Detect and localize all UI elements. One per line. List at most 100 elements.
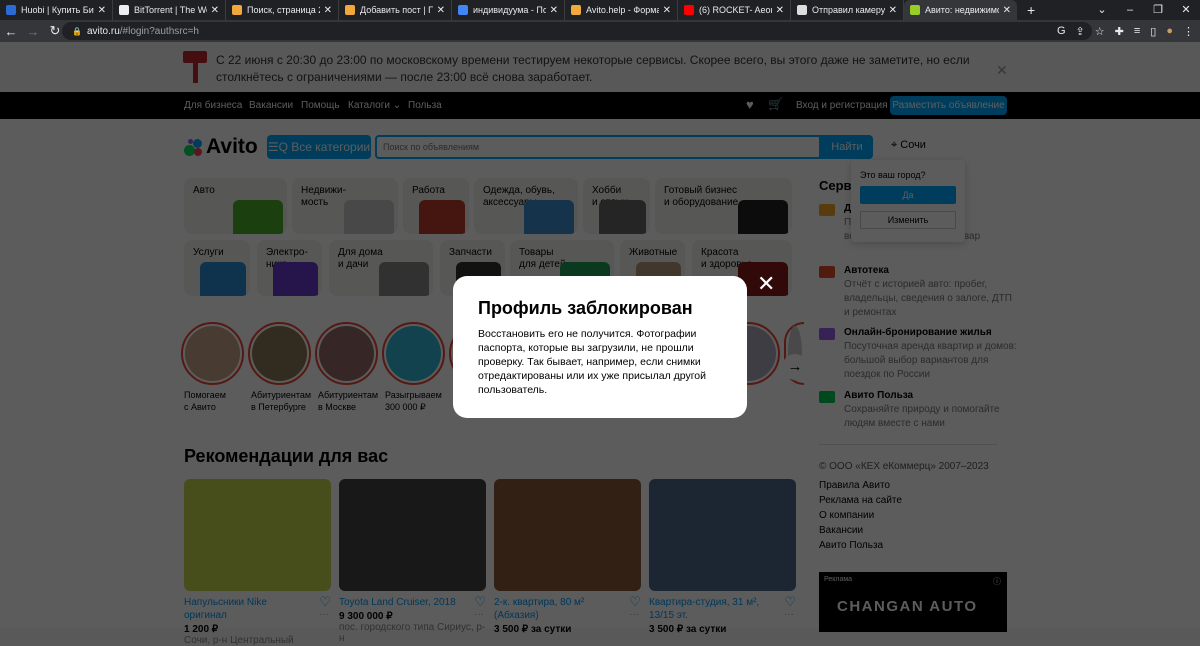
avito-logo[interactable]: Avito (184, 135, 258, 159)
category-tile[interactable]: Для дома и дачи (329, 240, 433, 296)
favorite-heart-icon[interactable]: ♡ (474, 594, 486, 610)
footer-link[interactable]: Правила Авито (819, 480, 890, 491)
footer-link[interactable]: Реклама на сайте (819, 495, 902, 506)
story-label: Абитуриентам в Петербурге (251, 390, 312, 412)
service-item[interactable]: Авито Польза Сохраняйте природу и помогай… (819, 389, 1019, 431)
category-tile[interactable]: Электро- ника (257, 240, 322, 296)
category-image (344, 200, 394, 234)
listing-price: 1 200 ₽ (184, 624, 219, 635)
category-tile[interactable]: Работа (403, 178, 469, 234)
favorite-heart-icon[interactable]: ♡ (319, 594, 331, 610)
listing-image[interactable] (184, 479, 331, 591)
all-categories-button[interactable]: ☰Q Все категории (267, 135, 371, 159)
ad-brand: CHANGAN AUTO (837, 598, 978, 615)
listing-card[interactable]: 2-к. квартира, 80 м² (Абхазия) ♡ ··· 3 500 … (494, 479, 641, 635)
nav-jobs[interactable]: Вакансии (249, 100, 293, 111)
modal-close-icon[interactable]: ✕ (757, 273, 775, 295)
service-item[interactable]: Онлайн-бронирование жилья Посуточная арен… (819, 326, 1019, 382)
story-image (252, 326, 307, 381)
listing-card[interactable]: Напульсники Nike оригинал ♡ ··· 1 200 ₽ Сочи… (184, 479, 331, 646)
story-label: Помогаем с Авито (184, 390, 226, 412)
service-icon (819, 328, 835, 340)
category-image (419, 200, 465, 234)
story-circle[interactable] (315, 322, 378, 385)
info-icon[interactable]: ⓘ (993, 576, 1001, 587)
nav-help[interactable]: Помощь (301, 100, 340, 111)
listing-image[interactable] (494, 479, 641, 591)
blocked-profile-modal: Профиль заблокирован Восстановить его не… (453, 276, 747, 418)
maintenance-banner: С 22 июня с 20:30 до 23:00 по московском… (0, 42, 1200, 92)
category-tile[interactable]: Одежда, обувь, аксессуары (474, 178, 578, 234)
category-tile[interactable]: Авто (184, 178, 287, 234)
story-image (319, 326, 374, 381)
listing-card[interactable]: Квартира-студия, 31 м², 13/15 эт. ♡ ··· 3 5… (649, 479, 796, 635)
service-item[interactable]: Автотека Отчёт с историей авто: пробег, в… (819, 264, 1019, 320)
nav-catalogs[interactable]: Каталоги ⌄ (348, 100, 401, 111)
find-button[interactable]: Найти (821, 135, 873, 159)
service-icon (819, 391, 835, 403)
avito-dots-icon (184, 137, 204, 157)
story-circle[interactable] (382, 322, 445, 385)
listing-image[interactable] (339, 479, 486, 591)
nav-polza[interactable]: Польза (408, 100, 442, 111)
category-tile[interactable]: Недвижи- мость (292, 178, 398, 234)
service-icon (819, 204, 835, 216)
story-circle[interactable] (181, 322, 244, 385)
favorites-heart-icon[interactable]: ♥ (746, 97, 754, 112)
listing-price: 3 500 ₽ за сутки (649, 624, 727, 635)
listing-title[interactable]: Напульсники Nike оригинал (184, 596, 312, 622)
category-image (273, 262, 318, 296)
city-confirm-popup: Это ваш город? Да Изменить (851, 160, 965, 242)
story-label: Абитуриентам в Москве (318, 390, 379, 412)
stories-next-arrow[interactable]: → (782, 354, 808, 380)
story-image (185, 326, 240, 381)
favorite-heart-icon[interactable]: ♡ (629, 594, 641, 610)
category-tile[interactable]: Хобби и отдых (583, 178, 650, 234)
favorite-heart-icon[interactable]: ♡ (784, 594, 796, 610)
story-label: Разыгрываем 300 000 ₽ (385, 390, 442, 412)
modal-title: Профиль заблокирован (478, 298, 693, 318)
post-ad-button[interactable]: Разместить объявление (890, 96, 1007, 115)
category-image (599, 200, 646, 234)
city-selector[interactable]: ⌖ Сочи (891, 139, 926, 152)
listing-card[interactable]: Toyota Land Cruiser, 2018 ♡ ··· 9 300 000 ₽… (339, 479, 486, 644)
category-tile[interactable]: Готовый бизнес и оборудование (655, 178, 792, 234)
recommendations-title: Рекомендации для вас (184, 446, 389, 466)
footer-link[interactable]: Авито Польза (819, 540, 883, 551)
listing-title[interactable]: Toyota Land Cruiser, 2018 (339, 596, 467, 609)
more-options-icon[interactable]: ··· (629, 609, 639, 620)
footer-link[interactable]: Вакансии (819, 525, 863, 536)
service-icon (819, 266, 835, 278)
footer-link[interactable]: О компании (819, 510, 874, 521)
listing-image[interactable] (649, 479, 796, 591)
modal-body: Восстановить его не получится. Фотографи… (478, 328, 707, 396)
category-tile[interactable]: Услуги (184, 240, 250, 296)
listing-title[interactable]: 2-к. квартира, 80 м² (Абхазия) (494, 596, 622, 622)
more-options-icon[interactable]: ··· (319, 609, 329, 620)
search-input[interactable] (375, 135, 821, 159)
listing-location: Сочи, р-н Центральный (184, 635, 294, 646)
city-change-button[interactable]: Изменить (860, 211, 956, 229)
cart-icon[interactable]: 🛒 (768, 97, 783, 111)
banner-text: С 22 июня с 20:30 до 23:00 по московском… (216, 53, 970, 84)
story-image (386, 326, 441, 381)
more-options-icon[interactable]: ··· (474, 609, 484, 620)
city-yes-button[interactable]: Да (860, 186, 956, 204)
location-pin-icon: ⌖ (891, 139, 901, 151)
login-link[interactable]: Вход и регистрация (796, 100, 888, 111)
copyright: © ООО «КЕХ еКоммерц» 2007–2023 (819, 461, 989, 472)
banner-close-icon[interactable]: ✕ (996, 62, 1008, 79)
listing-location: пос. городского типа Сириус, р-н (339, 622, 486, 644)
more-options-icon[interactable]: ··· (784, 609, 794, 620)
ad-banner[interactable]: Реклама ⓘ CHANGAN AUTO (819, 572, 1007, 632)
paint-roller-icon (183, 51, 207, 83)
category-image (738, 200, 788, 234)
nav-business[interactable]: Для бизнеса (184, 100, 242, 111)
story-circle[interactable] (248, 322, 311, 385)
listing-price: 3 500 ₽ за сутки (494, 624, 572, 635)
listing-price: 9 300 000 ₽ (339, 611, 393, 622)
divider (819, 444, 997, 445)
category-image (233, 200, 283, 234)
category-image (379, 262, 429, 296)
listing-title[interactable]: Квартира-студия, 31 м², 13/15 эт. (649, 596, 777, 622)
